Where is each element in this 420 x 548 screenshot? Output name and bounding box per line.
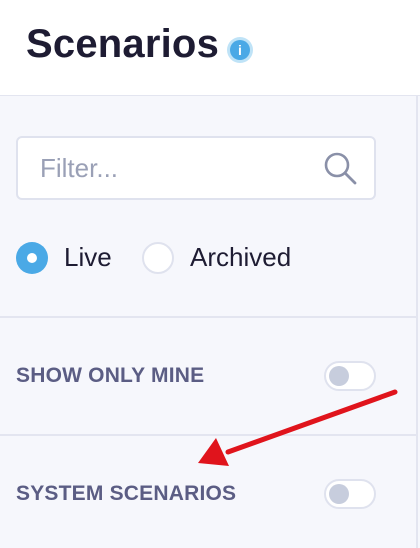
section-divider: [0, 434, 416, 436]
radio-live-indicator[interactable]: [16, 242, 48, 274]
radio-archived-indicator[interactable]: [142, 242, 174, 274]
radio-archived-label: Archived: [190, 242, 292, 272]
radio-live-label: Live: [64, 242, 112, 272]
radio-archived[interactable]: Archived: [142, 240, 332, 276]
show-only-mine-label: SHOW ONLY MINE: [16, 364, 205, 387]
page-title: Scenarios: [26, 22, 220, 66]
panel-border: [416, 96, 418, 548]
filter-input[interactable]: [40, 150, 310, 186]
system-scenarios-toggle[interactable]: [324, 479, 376, 509]
search-icon[interactable]: [322, 150, 358, 186]
filter-box: [16, 136, 376, 200]
radio-live[interactable]: Live: [16, 240, 126, 276]
info-glyph: i: [238, 42, 242, 58]
system-scenarios-label: SYSTEM SCENARIOS: [16, 482, 237, 505]
toggle-knob: [329, 366, 349, 386]
toggle-knob: [329, 484, 349, 504]
show-only-mine-toggle[interactable]: [324, 361, 376, 391]
page-header: Scenarios i: [0, 0, 420, 96]
section-divider: [0, 316, 416, 318]
info-icon[interactable]: i: [226, 36, 254, 64]
